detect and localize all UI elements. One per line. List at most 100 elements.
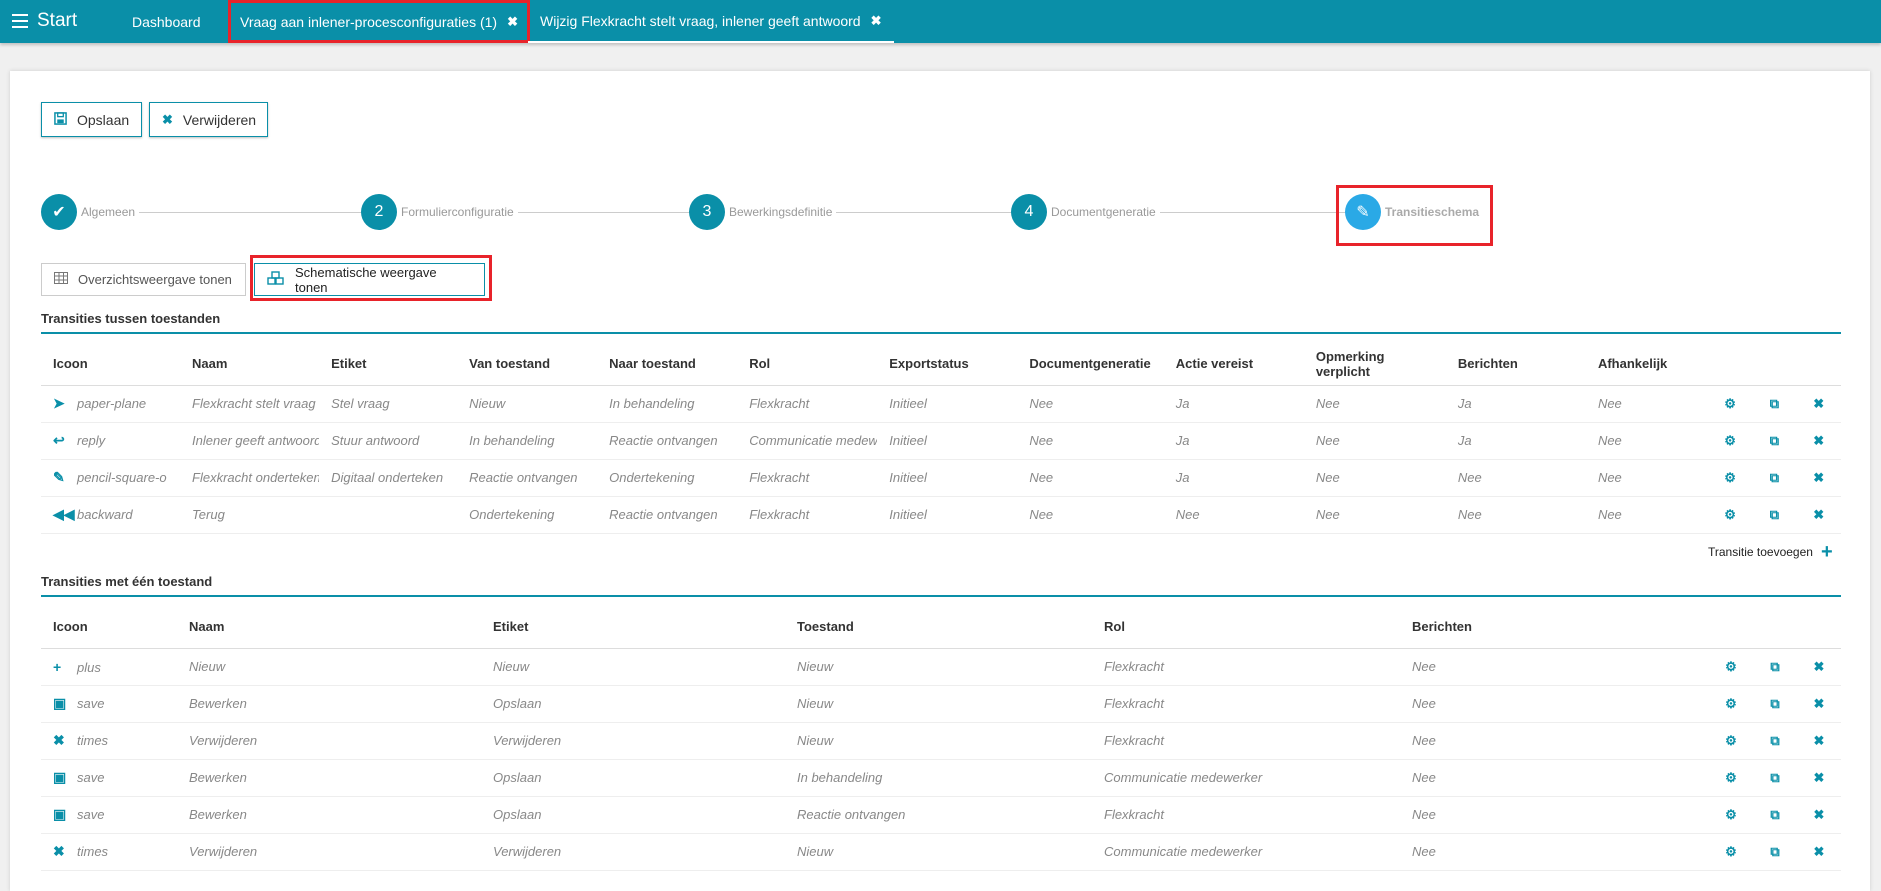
settings-cogs-icon[interactable]: ⚙ <box>1709 685 1753 723</box>
cell-etiket: Verwijderen <box>481 833 785 871</box>
cell-naar-toestand: In behandeling <box>597 385 738 423</box>
step-algemeen-check-icon[interactable]: ✔ <box>41 194 77 230</box>
delete-times-icon[interactable]: ✖ <box>1797 722 1841 760</box>
cell-etiket: Stuur antwoord <box>319 422 458 460</box>
delete-times-icon[interactable]: ✖ <box>1796 459 1841 497</box>
cell-van-toestand: Ondertekening <box>457 496 598 534</box>
cell-naam: Bewerken <box>177 685 481 723</box>
cell-afhankelijk: Nee <box>1585 422 1708 460</box>
floppy-disk-icon <box>54 111 67 128</box>
table-row: ✖ times Verwijderen Verwijderen Nieuw Com… <box>41 833 1841 871</box>
backward-icon: ◀◀ <box>53 506 75 522</box>
tab-wijzig-flexkracht[interactable]: Wijzig Flexkracht stelt vraag, inlener g… <box>528 0 894 43</box>
tab-vraag-aan-inlener[interactable]: Vraag aan inlener-procesconfiguraties (1… <box>228 0 530 43</box>
step-bewerkingsdefinitie[interactable]: 3 <box>689 194 725 230</box>
icon-cell: ✎ pencil-square-o <box>41 459 181 497</box>
overview-view-button[interactable]: Overzichtsweergave tonen <box>41 263 246 296</box>
cell-rol: Flexkracht <box>1092 648 1400 686</box>
icon-cell: ➤ paper-plane <box>41 385 181 423</box>
save-icon: ▣ <box>53 769 67 785</box>
copy-icon[interactable]: ⧉ <box>1752 385 1797 423</box>
step-formulierconfiguratie[interactable]: 2 <box>361 194 397 230</box>
cell-naam: Verwijderen <box>177 833 481 871</box>
copy-icon[interactable]: ⧉ <box>1753 685 1797 723</box>
hamburger-icon <box>12 14 28 28</box>
tab-wijzig-label: Wijzig Flexkracht stelt vraag, inlener g… <box>540 12 861 29</box>
delete-times-icon[interactable]: ✖ <box>1797 759 1841 797</box>
cell-berichten: Nee <box>1400 796 1709 834</box>
plus-icon: + <box>53 658 62 675</box>
column-header-action <box>1707 343 1753 386</box>
paper-plane-icon: ➤ <box>53 395 65 411</box>
column-header: Icoon <box>41 606 177 649</box>
copy-icon[interactable]: ⧉ <box>1753 648 1797 686</box>
schematic-view-button[interactable]: Schematische weergave tonen <box>254 263 485 296</box>
delete-button[interactable]: ✖ Verwijderen <box>149 102 268 137</box>
column-header: Afhankelijk <box>1585 343 1708 386</box>
save-button[interactable]: Opslaan <box>41 102 142 137</box>
settings-cogs-icon[interactable]: ⚙ <box>1709 759 1753 797</box>
cell-naam: Bewerken <box>177 796 481 834</box>
table-row: ▣ save Bewerken Opslaan In behandeling Co… <box>41 759 1841 797</box>
settings-cogs-icon[interactable]: ⚙ <box>1709 648 1753 686</box>
save-icon: ▣ <box>53 695 67 711</box>
tab-dashboard[interactable]: Dashboard <box>132 0 201 43</box>
delete-times-icon[interactable]: ✖ <box>1796 385 1841 423</box>
copy-icon[interactable]: ⧉ <box>1753 833 1797 871</box>
copy-icon[interactable]: ⧉ <box>1752 459 1797 497</box>
step-label-transitieschema[interactable]: Transitieschema <box>1381 205 1484 219</box>
transitions-table: Icoon Naam Etiket Van toestand Naar toes… <box>41 343 1841 534</box>
cell-etiket: Verwijderen <box>481 722 785 760</box>
step-label-bewerkingsdefinitie[interactable]: Bewerkingsdefinitie <box>725 205 837 219</box>
cell-opmerking-verplicht: Nee <box>1303 496 1446 534</box>
cell-etiket: Opslaan <box>481 685 785 723</box>
settings-cogs-icon[interactable]: ⚙ <box>1709 833 1753 871</box>
table-row: ➤ paper-plane Flexkracht stelt vraag Stel… <box>41 385 1841 423</box>
step-transitieschema-pencil-icon[interactable]: ✎ <box>1345 194 1381 230</box>
cell-rol: Flexkracht <box>1092 722 1400 760</box>
copy-icon[interactable]: ⧉ <box>1753 722 1797 760</box>
settings-cogs-icon[interactable]: ⚙ <box>1709 722 1753 760</box>
step-label-algemeen[interactable]: Algemeen <box>77 205 140 219</box>
cell-etiket: Opslaan <box>481 759 785 797</box>
settings-cogs-icon[interactable]: ⚙ <box>1707 496 1753 534</box>
cell-opmerking-verplicht: Nee <box>1303 459 1446 497</box>
cell-rol: Flexkracht <box>737 385 878 423</box>
icon-cell: ▣ save <box>41 796 177 834</box>
start-label: Start <box>37 10 78 31</box>
column-header: Toestand <box>785 606 1092 649</box>
column-header: Etiket <box>319 343 458 386</box>
table-row: ▣ save Bewerken Opslaan Nieuw Flexkracht … <box>41 685 1841 723</box>
cell-rol: Flexkracht <box>737 496 878 534</box>
copy-icon[interactable]: ⧉ <box>1752 422 1797 460</box>
step-documentgeneratie[interactable]: 4 <box>1011 194 1047 230</box>
copy-icon[interactable]: ⧉ <box>1753 796 1797 834</box>
cell-naam: Nieuw <box>177 648 481 686</box>
cell-naar-toestand: Reactie ontvangen <box>597 422 738 460</box>
close-icon[interactable]: ✖ <box>507 14 518 30</box>
cell-toestand: In behandeling <box>785 759 1092 797</box>
settings-cogs-icon[interactable]: ⚙ <box>1707 422 1753 460</box>
cell-rol: Flexkracht <box>1092 796 1400 834</box>
delete-times-icon[interactable]: ✖ <box>1796 422 1841 460</box>
delete-times-icon[interactable]: ✖ <box>1797 685 1841 723</box>
settings-cogs-icon[interactable]: ⚙ <box>1707 385 1753 423</box>
cell-berichten: Nee <box>1445 459 1586 497</box>
settings-cogs-icon[interactable]: ⚙ <box>1707 459 1753 497</box>
delete-times-icon[interactable]: ✖ <box>1797 833 1841 871</box>
delete-times-icon[interactable]: ✖ <box>1796 496 1841 534</box>
column-header: Actie vereist <box>1163 343 1304 386</box>
copy-icon[interactable]: ⧉ <box>1753 759 1797 797</box>
start-menu-button[interactable]: Start <box>12 10 77 32</box>
close-icon[interactable]: ✖ <box>871 13 882 29</box>
table-row: ↩ reply Inlener geeft antwoord Stuur antw… <box>41 422 1841 460</box>
add-transition-button[interactable]: Transitie toevoegen + <box>1708 542 1833 562</box>
settings-cogs-icon[interactable]: ⚙ <box>1709 796 1753 834</box>
copy-icon[interactable]: ⧉ <box>1752 496 1797 534</box>
cell-berichten: Nee <box>1400 685 1709 723</box>
cell-van-toestand: Nieuw <box>457 385 598 423</box>
step-label-documentgeneratie[interactable]: Documentgeneratie <box>1047 205 1160 219</box>
delete-times-icon[interactable]: ✖ <box>1797 648 1841 686</box>
step-label-formulierconfiguratie[interactable]: Formulierconfiguratie <box>397 205 518 219</box>
delete-times-icon[interactable]: ✖ <box>1797 796 1841 834</box>
